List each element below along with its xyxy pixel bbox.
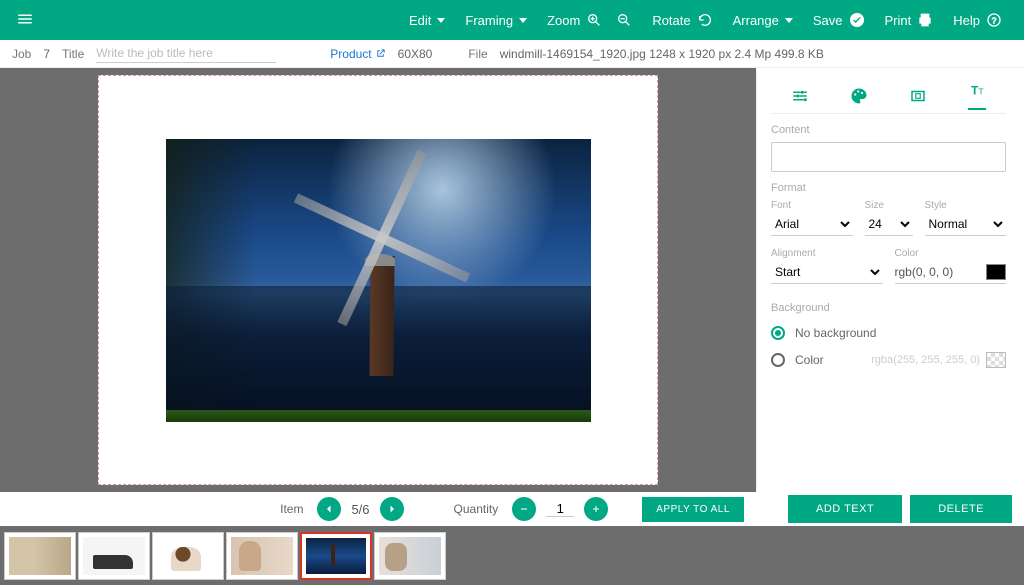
alignment-select[interactable]: Start bbox=[771, 261, 883, 284]
print-icon bbox=[917, 12, 933, 28]
font-select[interactable]: Arial bbox=[771, 213, 853, 236]
thumbnail-item[interactable] bbox=[226, 532, 298, 580]
bg-color-radio[interactable]: Color rgba(255, 255, 255, 0) bbox=[771, 352, 1006, 368]
prev-item-button[interactable] bbox=[317, 497, 341, 521]
next-item-button[interactable] bbox=[380, 497, 404, 521]
chevron-down-icon bbox=[519, 18, 527, 23]
print-button[interactable]: Print bbox=[875, 12, 944, 28]
text-color-swatch[interactable] bbox=[986, 264, 1006, 280]
quantity-input[interactable] bbox=[546, 501, 574, 517]
help-button[interactable]: Help? bbox=[943, 12, 1012, 28]
check-circle-icon bbox=[849, 12, 865, 28]
job-label: Job bbox=[12, 47, 31, 61]
product-size: 60X80 bbox=[398, 47, 433, 61]
thumbnail-item[interactable] bbox=[78, 532, 150, 580]
title-label: Title bbox=[62, 47, 84, 61]
zoom-in-icon[interactable] bbox=[586, 12, 602, 28]
title-input[interactable] bbox=[96, 44, 276, 63]
top-toolbar: Edit Framing Zoom Rotate Arrange Save Pr… bbox=[0, 0, 1024, 40]
format-section-label: Format bbox=[771, 182, 1006, 194]
add-text-button[interactable]: ADD TEXT bbox=[788, 495, 902, 523]
delete-button[interactable]: DELETE bbox=[910, 495, 1012, 523]
text-tab[interactable]: TT bbox=[968, 81, 986, 110]
external-link-icon bbox=[375, 48, 386, 59]
qty-minus-button[interactable] bbox=[512, 497, 536, 521]
thumbnail-item-selected[interactable] bbox=[300, 532, 372, 580]
bg-color-value: rgba(255, 255, 255, 0) bbox=[871, 354, 980, 366]
job-number: 7 bbox=[43, 47, 50, 61]
meta-bar: Job 7 Title Product 60X80 File windmill-… bbox=[0, 40, 1024, 68]
framing-menu[interactable]: Framing bbox=[455, 13, 537, 28]
background-section-label: Background bbox=[771, 302, 1006, 314]
thumbnail-strip bbox=[0, 526, 1024, 585]
print-frame bbox=[98, 75, 658, 485]
style-label: Style bbox=[925, 200, 1007, 211]
crop-tab-icon[interactable] bbox=[909, 87, 927, 105]
bottom-bar: Item 5/6 Quantity APPLY TO ALL ADD TEXT … bbox=[0, 492, 1024, 526]
qty-plus-button[interactable] bbox=[584, 497, 608, 521]
zoom-out-icon[interactable] bbox=[616, 12, 632, 28]
zoom-menu[interactable]: Zoom bbox=[537, 12, 642, 28]
file-info: windmill-1469154_1920.jpg 1248 x 1920 px… bbox=[500, 47, 824, 61]
rotate-icon bbox=[697, 12, 713, 28]
chevron-down-icon bbox=[437, 18, 445, 23]
item-label: Item bbox=[280, 502, 303, 516]
arrange-menu[interactable]: Arrange bbox=[723, 13, 803, 28]
thumbnail-item[interactable] bbox=[374, 532, 446, 580]
color-label: Color bbox=[895, 248, 1007, 259]
menu-icon[interactable] bbox=[12, 6, 38, 35]
bg-color-swatch[interactable] bbox=[986, 352, 1006, 368]
content-input[interactable] bbox=[771, 142, 1006, 172]
apply-to-all-button[interactable]: APPLY TO ALL bbox=[642, 497, 744, 522]
product-link[interactable]: Product bbox=[330, 47, 385, 61]
edit-menu[interactable]: Edit bbox=[399, 13, 455, 28]
font-label: Font bbox=[771, 200, 853, 211]
radio-unselected-icon bbox=[771, 353, 785, 367]
thumbnail-item[interactable] bbox=[152, 532, 224, 580]
chevron-down-icon bbox=[785, 18, 793, 23]
thumbnail-item[interactable] bbox=[4, 532, 76, 580]
canvas[interactable] bbox=[0, 68, 756, 492]
style-select[interactable]: Normal bbox=[925, 213, 1007, 236]
save-button[interactable]: Save bbox=[803, 12, 875, 28]
content-section-label: Content bbox=[771, 124, 1006, 136]
size-select[interactable]: 24 bbox=[865, 213, 913, 236]
panel-tabs: TT bbox=[771, 78, 1006, 114]
color-value: rgb(0, 0, 0) bbox=[895, 265, 954, 279]
photo-preview[interactable] bbox=[166, 139, 591, 422]
palette-tab-icon[interactable] bbox=[850, 87, 868, 105]
help-icon: ? bbox=[986, 12, 1002, 28]
properties-panel: TT Content Format Font Arial Size 24 Sty… bbox=[756, 68, 1024, 492]
alignment-label: Alignment bbox=[771, 248, 883, 259]
file-label: File bbox=[468, 47, 487, 61]
quantity-label: Quantity bbox=[454, 502, 499, 516]
rotate-menu[interactable]: Rotate bbox=[642, 12, 722, 28]
main-area: TT Content Format Font Arial Size 24 Sty… bbox=[0, 68, 1024, 492]
size-label: Size bbox=[865, 200, 913, 211]
item-position: 5/6 bbox=[351, 502, 369, 517]
text-tab-icon: TT bbox=[968, 81, 986, 99]
radio-selected-icon bbox=[771, 326, 785, 340]
svg-text:T: T bbox=[978, 88, 983, 97]
adjustments-tab-icon[interactable] bbox=[791, 87, 809, 105]
bg-none-radio[interactable]: No background bbox=[771, 326, 1006, 340]
svg-text:?: ? bbox=[992, 15, 997, 25]
